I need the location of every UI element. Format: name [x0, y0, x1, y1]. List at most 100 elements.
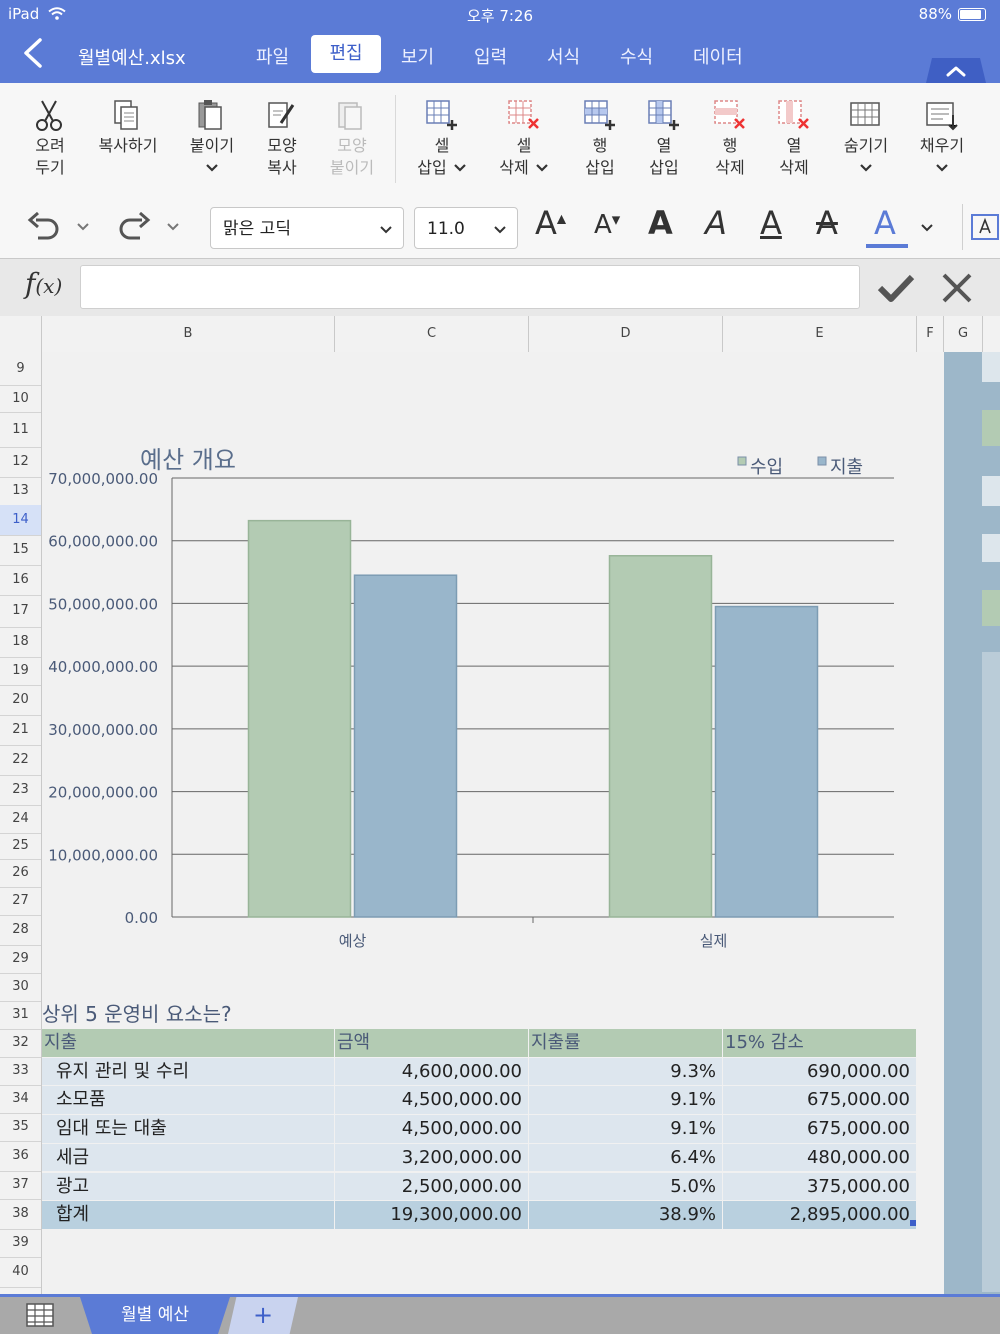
data-cell[interactable]: 3,200,000.00	[335, 1143, 528, 1172]
row-header-cell[interactable]: 26	[0, 859, 41, 887]
data-cell[interactable]: 4,500,000.00	[335, 1115, 528, 1143]
row-header-cell[interactable]: 31	[0, 1001, 41, 1029]
bold-button[interactable]: A	[648, 204, 673, 242]
sheet-tab-active[interactable]: 월별 예산	[80, 1297, 230, 1334]
row-header-cell[interactable]: 40	[0, 1257, 41, 1287]
ribbon-button[interactable]: 복사하기	[96, 95, 160, 157]
menu-tab[interactable]: 데이터	[693, 43, 743, 69]
data-cell[interactable]: 소모품	[42, 1086, 334, 1115]
ribbon-button[interactable]: 행 삽입	[568, 95, 632, 179]
column-header-cell[interactable]: C	[335, 316, 529, 352]
row-header-cell[interactable]: 36	[0, 1141, 41, 1171]
data-cell[interactable]: 9.1%	[529, 1115, 722, 1143]
row-header-cell[interactable]: 17	[0, 595, 41, 627]
ribbon-button[interactable]: 붙이기	[180, 95, 244, 179]
row-header-cell[interactable]: 20	[0, 685, 41, 715]
row-header-cell[interactable]: 25	[0, 833, 41, 859]
data-cell[interactable]: 675,000.00	[723, 1086, 916, 1115]
function-icon[interactable]: f(x)	[25, 267, 62, 300]
add-sheet-button[interactable]: +	[228, 1297, 298, 1334]
confirm-check-icon[interactable]	[876, 273, 916, 303]
header-cell[interactable]: 금액	[335, 1029, 528, 1057]
row-header-cell[interactable]: 29	[0, 945, 41, 973]
data-cell[interactable]: 2,500,000.00	[335, 1172, 528, 1201]
formula-input[interactable]	[80, 265, 860, 309]
back-chevron-icon[interactable]	[18, 36, 48, 70]
data-cell[interactable]: 675,000.00	[723, 1115, 916, 1143]
italic-button[interactable]: A	[705, 204, 727, 242]
menu-tab[interactable]: 서식	[547, 43, 580, 69]
row-header-cell[interactable]: 10	[0, 385, 41, 412]
menu-tab[interactable]: 입력	[474, 43, 507, 69]
data-cell[interactable]: 5.0%	[529, 1172, 722, 1201]
shrink-font-button[interactable]: A▼	[594, 210, 620, 240]
ribbon-button[interactable]: 채우기	[910, 95, 974, 179]
font-size-select[interactable]: 11.0	[414, 207, 518, 249]
row-header-cell[interactable]: 15	[0, 535, 41, 565]
menu-tab[interactable]: 편집	[311, 35, 381, 73]
data-cell[interactable]: 9.1%	[529, 1086, 722, 1115]
data-cell[interactable]: 4,500,000.00	[335, 1086, 528, 1115]
underline-button[interactable]: A	[760, 204, 782, 242]
ribbon-button[interactable]: 숨기기	[834, 95, 898, 179]
column-header-cell[interactable]: G	[944, 316, 983, 352]
font-color-button[interactable]: A	[874, 204, 896, 242]
row-header-cell[interactable]: 32	[0, 1029, 41, 1057]
column-header-cell[interactable]: E	[723, 316, 917, 352]
total-cell[interactable]: 합계	[42, 1201, 334, 1229]
ribbon-button[interactable]: 오려 두기	[18, 95, 82, 179]
row-header-cell[interactable]: 34	[0, 1085, 41, 1113]
column-header-cell[interactable]: D	[529, 316, 723, 352]
budget-chart[interactable]: 예산 개요 70,000,000.0060,000,000.0050,000,0…	[42, 352, 944, 952]
header-cell[interactable]: 지출률	[529, 1029, 722, 1057]
row-header-cell[interactable]: 18	[0, 627, 41, 657]
total-cell[interactable]: 2,895,000.00	[723, 1201, 916, 1229]
ribbon-button[interactable]: 모양 복사	[250, 95, 314, 179]
data-cell[interactable]: 6.4%	[529, 1143, 722, 1172]
total-cell[interactable]: 38.9%	[529, 1201, 722, 1229]
ribbon-button[interactable]: 열 삭제	[762, 95, 826, 179]
row-header-cell[interactable]: 19	[0, 657, 41, 685]
menu-tab[interactable]: 보기	[401, 43, 434, 69]
data-cell[interactable]: 480,000.00	[723, 1143, 916, 1172]
data-cell[interactable]: 임대 또는 대출	[42, 1115, 334, 1143]
row-header-cell[interactable]: 12	[0, 447, 41, 477]
select-all-corner[interactable]	[0, 316, 42, 352]
row-header-cell[interactable]: 27	[0, 887, 41, 915]
row-header-cell[interactable]: 24	[0, 805, 41, 833]
total-cell[interactable]: 19,300,000.00	[335, 1201, 528, 1229]
redo-dropdown-icon[interactable]	[166, 222, 180, 232]
column-header-cell[interactable]: F	[917, 316, 944, 352]
undo-icon[interactable]	[26, 212, 62, 242]
selection-handle[interactable]	[910, 1220, 916, 1226]
sheet-list-icon[interactable]	[26, 1303, 54, 1327]
row-header-cell[interactable]: 35	[0, 1113, 41, 1141]
row-header-cell[interactable]: 14	[0, 505, 41, 535]
row-header-cell[interactable]: 11	[0, 412, 41, 447]
row-header-cell[interactable]: 30	[0, 973, 41, 1001]
data-cell[interactable]: 375,000.00	[723, 1172, 916, 1201]
row-header-cell[interactable]: 37	[0, 1171, 41, 1199]
ribbon-button[interactable]: 셀 삽입	[410, 95, 474, 180]
strikethrough-button[interactable]: A	[816, 204, 838, 242]
menu-tab[interactable]: 수식	[620, 43, 653, 69]
data-cell[interactable]: 690,000.00	[723, 1057, 916, 1086]
row-header-cell[interactable]: 22	[0, 745, 41, 775]
undo-dropdown-icon[interactable]	[76, 222, 90, 232]
row-header-cell[interactable]: 13	[0, 477, 41, 505]
row-header-cell[interactable]: 16	[0, 565, 41, 595]
menu-tab[interactable]: 파일	[256, 43, 289, 69]
ribbon-button[interactable]: 열 삽입	[632, 95, 696, 179]
row-header-cell[interactable]: 39	[0, 1229, 41, 1257]
font-name-select[interactable]: 맑은 고딕	[210, 207, 404, 249]
data-cell[interactable]: 4,600,000.00	[335, 1057, 528, 1086]
font-color-dropdown-icon[interactable]	[920, 223, 934, 233]
cancel-x-icon[interactable]	[940, 271, 974, 305]
data-cell[interactable]: 9.3%	[529, 1057, 722, 1086]
redo-icon[interactable]	[116, 212, 152, 242]
collapse-ribbon-button[interactable]	[926, 58, 986, 83]
data-cell[interactable]: 광고	[42, 1172, 334, 1201]
row-header-cell[interactable]: 23	[0, 775, 41, 805]
column-header-cell[interactable]: B	[42, 316, 335, 352]
data-cell[interactable]: 유지 관리 및 수리	[42, 1057, 334, 1086]
